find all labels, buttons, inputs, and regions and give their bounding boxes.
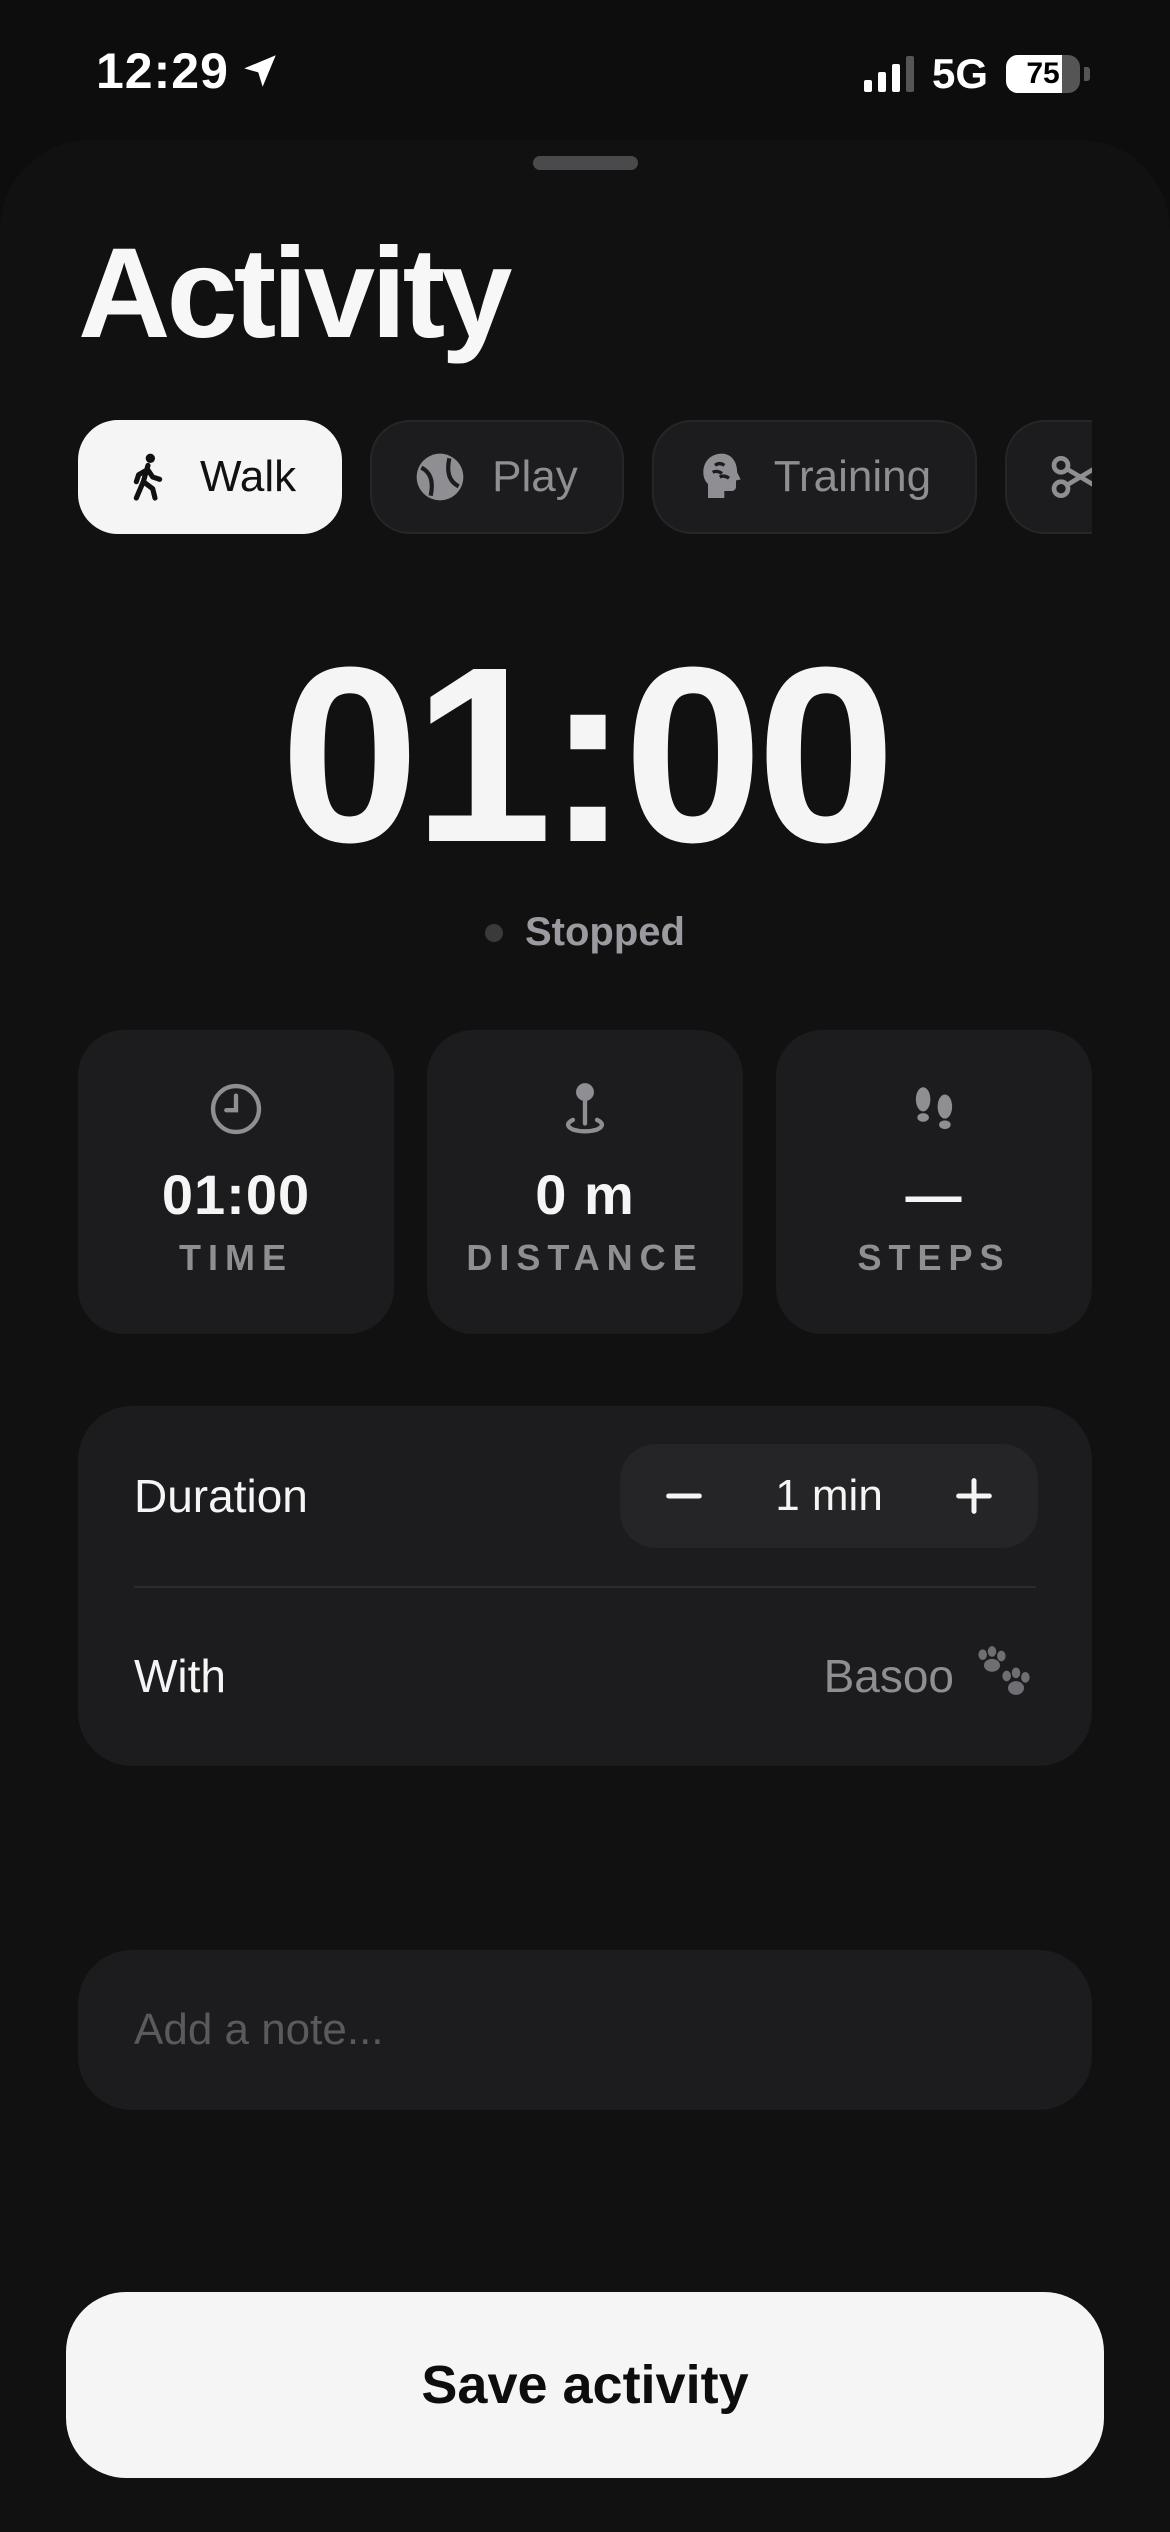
chip-training[interactable]: Training xyxy=(651,420,978,534)
duration-value: 1 min xyxy=(775,1471,883,1520)
status-time-text: 12:29 xyxy=(96,43,229,99)
pin-icon xyxy=(565,1083,605,1134)
clock-icon xyxy=(210,1083,262,1135)
minus-icon xyxy=(666,1493,702,1499)
activity-sheet: Activity Walk Play Training 01:00 Stoppe… xyxy=(0,140,1170,2532)
note-placeholder: Add a note... xyxy=(134,2005,384,2054)
chip-grooming[interactable] xyxy=(1005,420,1092,534)
stat-card-steps: — STEPS xyxy=(776,1030,1092,1334)
page-title: Activity xyxy=(78,222,512,365)
chip-play[interactable]: Play xyxy=(370,420,624,534)
decrement-button[interactable] xyxy=(656,1468,712,1524)
footprints-icon xyxy=(915,1087,953,1130)
stat-value: 01:00 xyxy=(161,1163,311,1226)
duration-label: Duration xyxy=(134,1470,308,1522)
save-activity-label: Save activity xyxy=(421,2355,749,2415)
pet-selector[interactable]: Basoo xyxy=(824,1644,1036,1708)
chip-label: Walk xyxy=(200,452,297,501)
stat-card-time: 01:00 TIME xyxy=(78,1030,394,1334)
status-dot xyxy=(485,923,503,942)
battery-cap xyxy=(1084,67,1090,81)
stat-label: TIME xyxy=(179,1237,293,1278)
with-row[interactable]: With Basoo xyxy=(134,1624,1036,1728)
status-time: 12:29 xyxy=(96,42,281,100)
timer-display: 01:00 xyxy=(280,615,895,894)
battery-label: 75 xyxy=(1026,57,1060,90)
status-indicators: 5G 75 xyxy=(863,50,1090,98)
duration-stepper: 1 min xyxy=(620,1444,1038,1548)
battery-icon: 75 xyxy=(1006,55,1080,93)
network-type: 5G xyxy=(931,50,988,97)
stat-value: — xyxy=(905,1163,963,1226)
chip-walk[interactable]: Walk xyxy=(78,420,343,534)
stat-label: DISTANCE xyxy=(466,1237,704,1278)
activity-type-chips: Walk Play Training xyxy=(78,420,1092,534)
duration-row: Duration 1 min xyxy=(134,1444,1038,1548)
sheet-grabber[interactable] xyxy=(533,156,638,170)
save-activity-button[interactable]: Save activity xyxy=(66,2292,1104,2478)
plus-icon xyxy=(956,1478,992,1514)
stat-label: STEPS xyxy=(857,1237,1011,1278)
increment-button[interactable] xyxy=(946,1468,1002,1524)
cellular-signal-icon xyxy=(863,56,914,92)
note-input[interactable]: Add a note... xyxy=(78,1950,1092,2110)
divider xyxy=(134,1586,1036,1588)
activity-settings: Duration 1 min With Basoo xyxy=(78,1406,1092,1766)
stats-row: 01:00 TIME 0 m DISTANCE — STEPS xyxy=(78,1030,1092,1334)
with-label: With xyxy=(134,1650,226,1702)
walk-icon xyxy=(133,453,163,501)
pet-name: Basoo xyxy=(823,1650,954,1702)
chip-label: Play xyxy=(492,452,578,501)
timer-status: Stopped xyxy=(0,910,1170,955)
scissors-icon xyxy=(1051,456,1092,498)
paw-prints-icon xyxy=(978,1646,1030,1695)
ball-icon xyxy=(416,453,464,501)
brain-head-icon xyxy=(703,453,741,498)
location-arrow-icon xyxy=(244,55,276,87)
stat-card-distance: 0 m DISTANCE xyxy=(427,1030,743,1334)
status-bar: 12:29 5G 75 xyxy=(0,0,1170,150)
chip-label: Training xyxy=(773,452,932,501)
stat-value: 0 m xyxy=(535,1163,635,1226)
timer-status-text: Stopped xyxy=(525,910,685,954)
